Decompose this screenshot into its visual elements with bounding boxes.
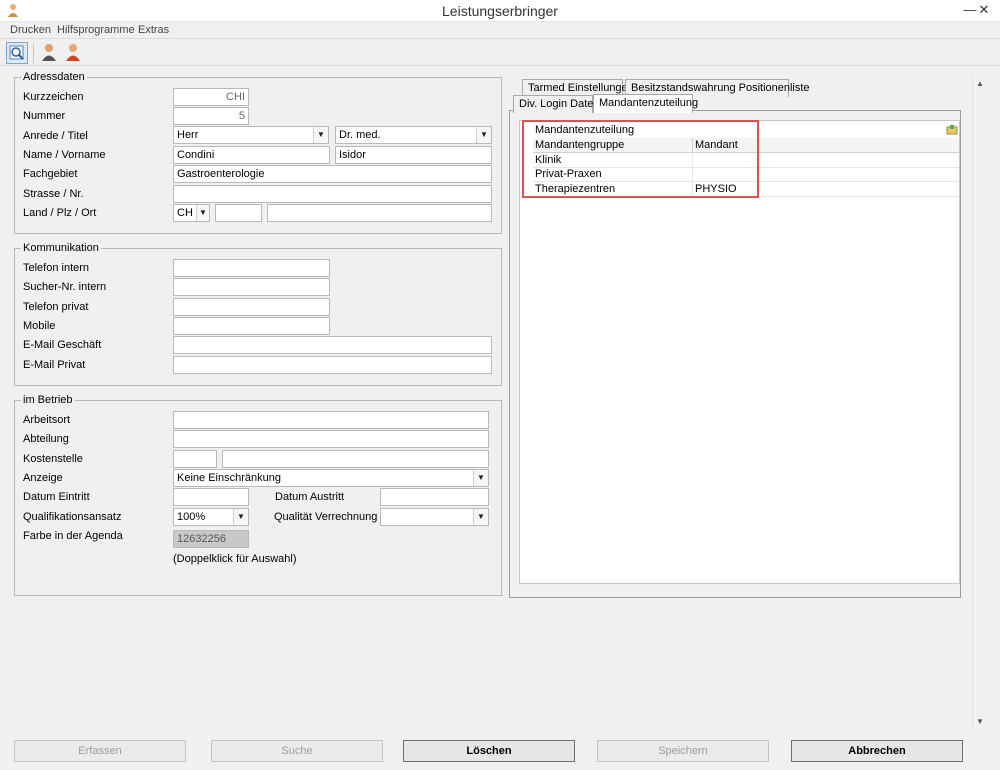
- name-input[interactable]: Condini: [173, 146, 330, 164]
- betrieb-legend: im Betrieb: [21, 394, 75, 406]
- email-geschaeft-input[interactable]: [173, 336, 492, 354]
- menu-extras[interactable]: Extras: [138, 24, 169, 36]
- kurzzeichen-label: Kurzzeichen: [23, 91, 84, 103]
- qualifikation-value: 100%: [177, 511, 206, 523]
- anzeige-select[interactable]: Keine Einschränkung ▼: [173, 469, 489, 487]
- kostenstelle-code-input[interactable]: [173, 450, 217, 468]
- telefon-privat-label: Telefon privat: [23, 301, 89, 313]
- datum-eintritt-label: Datum Eintritt: [23, 491, 90, 503]
- fachgebiet-label: Fachgebiet: [23, 168, 78, 180]
- chevron-down-icon[interactable]: ▼: [476, 127, 491, 143]
- anrede-value: Herr: [177, 129, 199, 141]
- land-value: CH: [177, 207, 193, 219]
- land-label: Land / Plz / Ort: [23, 207, 97, 219]
- ort-input[interactable]: [267, 204, 492, 222]
- titel-select[interactable]: Dr. med. ▼: [335, 126, 492, 144]
- chevron-down-icon[interactable]: ▼: [473, 470, 488, 486]
- toolbar: [0, 38, 1000, 66]
- datum-austritt-input[interactable]: [380, 488, 489, 506]
- abbrechen-button[interactable]: Abbrechen: [791, 740, 963, 762]
- title-bar: Leistungserbringer — ✕: [0, 0, 1000, 22]
- telefon-intern-label: Telefon intern: [23, 262, 90, 274]
- strasse-label: Strasse / Nr.: [23, 188, 84, 200]
- fachgebiet-input[interactable]: Gastroenterologie: [173, 165, 492, 183]
- farbe-hint: (Doppelklick für Auswahl): [173, 553, 297, 565]
- email-geschaeft-label: E-Mail Geschäft: [23, 339, 102, 351]
- nummer-input[interactable]: 5: [173, 107, 249, 125]
- arbeitsort-label: Arbeitsort: [23, 414, 71, 426]
- kostenstelle-name-input[interactable]: [222, 450, 489, 468]
- strasse-input[interactable]: [173, 185, 492, 203]
- farbe-label: Farbe in der Agenda: [23, 530, 123, 542]
- plz-input[interactable]: [215, 204, 262, 222]
- user-dark-icon[interactable]: [39, 42, 61, 64]
- qualifikation-label: Qualifikationsansatz: [23, 511, 122, 523]
- vertical-scrollbar[interactable]: ▲ ▼: [972, 77, 989, 730]
- arbeitsort-input[interactable]: [173, 411, 489, 429]
- chevron-down-icon[interactable]: ▼: [196, 205, 209, 221]
- tab-mandantenzuteilung[interactable]: Mandantenzuteilung: [593, 94, 698, 113]
- menu-bar: Drucken Hilfsprogramme Extras: [0, 22, 1000, 38]
- menu-drucken[interactable]: Drucken: [10, 24, 51, 36]
- add-row-icon[interactable]: [946, 124, 958, 135]
- kostenstelle-label: Kostenstelle: [23, 453, 83, 465]
- loeschen-button[interactable]: Löschen: [403, 740, 575, 762]
- erfassen-button[interactable]: Erfassen: [14, 740, 186, 762]
- telefon-intern-input[interactable]: [173, 259, 330, 277]
- anzeige-label: Anzeige: [23, 472, 63, 484]
- qualitaet-select[interactable]: ▼: [380, 508, 489, 526]
- datum-austritt-label: Datum Austritt: [275, 491, 345, 503]
- user-orange-icon[interactable]: [63, 42, 85, 64]
- suche-button[interactable]: Suche: [211, 740, 383, 762]
- anrede-label: Anrede / Titel: [23, 130, 88, 142]
- kommunikation-legend: Kommunikation: [21, 242, 101, 254]
- name-label: Name / Vorname: [23, 149, 106, 161]
- kurzzeichen-input[interactable]: CHI: [173, 88, 249, 106]
- chevron-down-icon[interactable]: ▼: [233, 509, 248, 525]
- abteilung-label: Abteilung: [23, 433, 69, 445]
- adressdaten-legend: Adressdaten: [21, 71, 87, 83]
- qualitaet-label: Qualität Verrechnung: [274, 511, 378, 523]
- vorname-input[interactable]: Isidor: [335, 146, 492, 164]
- farbe-input[interactable]: 12632256: [173, 530, 249, 548]
- tab-login[interactable]: Div. Login Daten: [513, 95, 600, 113]
- anrede-select[interactable]: Herr ▼: [173, 126, 329, 144]
- mobile-label: Mobile: [23, 320, 56, 332]
- speichern-button[interactable]: Speichern: [597, 740, 769, 762]
- land-select[interactable]: CH ▼: [173, 204, 210, 222]
- email-privat-input[interactable]: [173, 356, 492, 374]
- email-privat-label: E-Mail Privat: [23, 359, 86, 371]
- scroll-down-icon[interactable]: ▼: [976, 717, 984, 726]
- sucher-label: Sucher-Nr. intern: [23, 281, 107, 293]
- search-icon[interactable]: [6, 42, 28, 64]
- abteilung-input[interactable]: [173, 430, 489, 448]
- anzeige-value: Keine Einschränkung: [177, 472, 281, 484]
- chevron-down-icon[interactable]: ▼: [313, 127, 328, 143]
- scroll-up-icon[interactable]: ▲: [976, 79, 984, 88]
- highlight-box: [522, 120, 759, 198]
- nummer-label: Nummer: [23, 110, 66, 122]
- datum-eintritt-input[interactable]: [173, 488, 249, 506]
- mobile-input[interactable]: [173, 317, 330, 335]
- close-button[interactable]: ✕: [968, 0, 1000, 20]
- sucher-input[interactable]: [173, 278, 330, 296]
- telefon-privat-input[interactable]: [173, 298, 330, 316]
- window-title: Leistungserbringer: [442, 3, 558, 19]
- menu-hilfsprogramme[interactable]: Hilfsprogramme: [57, 24, 135, 36]
- titel-value: Dr. med.: [339, 129, 381, 141]
- toolbar-separator: [33, 43, 34, 63]
- chevron-down-icon[interactable]: ▼: [473, 509, 488, 525]
- qualifikation-select[interactable]: 100% ▼: [173, 508, 249, 526]
